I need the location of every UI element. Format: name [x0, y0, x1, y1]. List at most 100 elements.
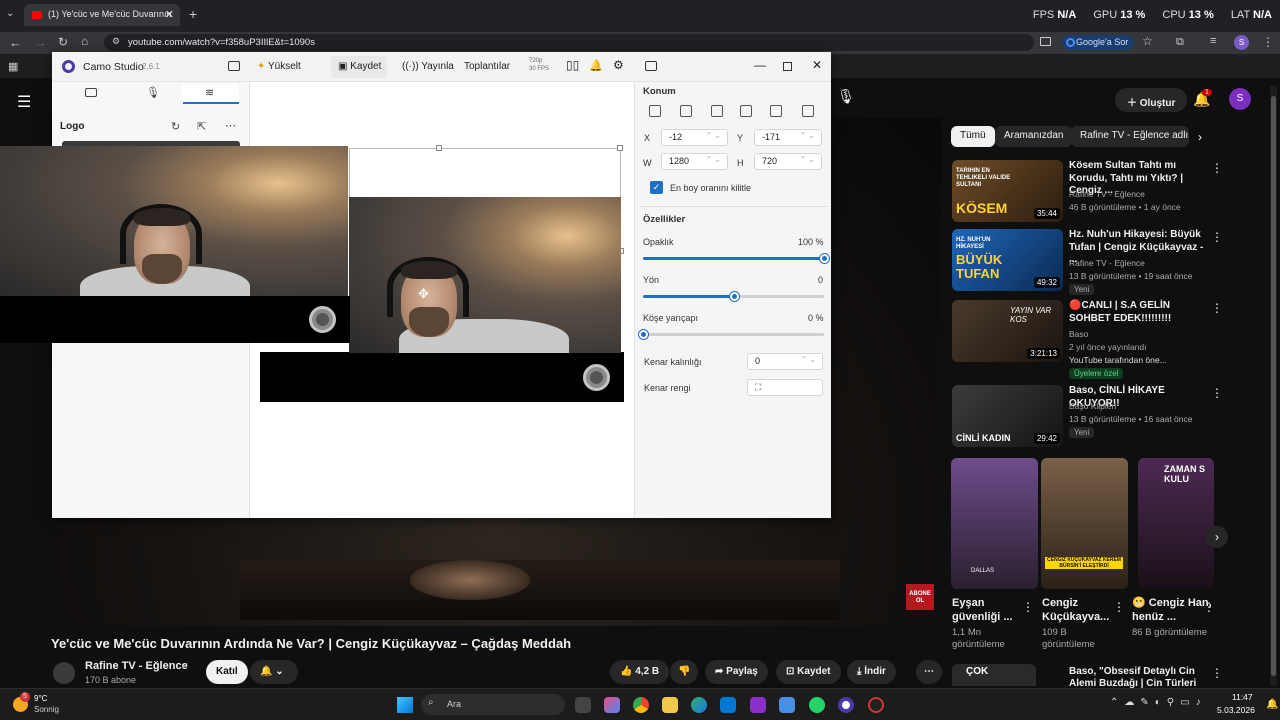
- bottom-rec-title[interactable]: Baso, "Obsesif Detaylı Cin Alemi Buzdağı…: [1069, 666, 1209, 688]
- align-center-h-icon[interactable]: [680, 105, 692, 117]
- bookmark-star-icon[interactable]: ☆: [1142, 34, 1153, 48]
- notifications-icon[interactable]: 🔔: [589, 59, 603, 72]
- rec-more-icon[interactable]: ⋮: [1211, 161, 1223, 175]
- whatsapp-icon[interactable]: [809, 697, 825, 713]
- browser-tab[interactable]: (1) Ye'cüc ve Me'cüc Duvarının ✕: [24, 4, 180, 26]
- app-icon[interactable]: [779, 697, 795, 713]
- camera-tab-icon[interactable]: [85, 88, 97, 97]
- panel-toggle-icon[interactable]: [645, 61, 657, 71]
- more-options-icon[interactable]: ⋯: [225, 119, 236, 132]
- channel-name[interactable]: Rafine TV - Eğlence: [85, 660, 188, 672]
- rec-thumb[interactable]: HZ. NUH'UN HİKAYESİ BÜYÜK TUFAN 49:32: [952, 229, 1063, 291]
- close-tab-icon[interactable]: ✕: [165, 8, 174, 21]
- rec-more-icon[interactable]: ⋮: [1211, 230, 1223, 244]
- clock-date[interactable]: 5.03.2026: [1217, 705, 1255, 715]
- corner-radius-slider[interactable]: [639, 330, 824, 339]
- download-button[interactable]: ⤓ İndir: [847, 660, 896, 684]
- reload-icon[interactable]: ↻: [58, 35, 68, 49]
- site-info-icon[interactable]: ⚙: [112, 36, 120, 47]
- rec-more-icon[interactable]: ⋮: [1211, 666, 1223, 680]
- rec-title[interactable]: 🔴CANLI | S.A GELİN SOHBET EDEK!!!!!!!!!: [1069, 300, 1207, 325]
- subscribe-bell-button[interactable]: 🔔 ⌄: [250, 660, 298, 684]
- align-center-v-icon[interactable]: [770, 105, 782, 117]
- save-button[interactable]: ⊡ Kaydet: [776, 660, 841, 684]
- chips-next-icon[interactable]: ›: [1198, 130, 1202, 144]
- clock-time[interactable]: 11:47: [1232, 692, 1253, 702]
- rec-more-icon[interactable]: ⋮: [1211, 301, 1223, 315]
- forward-icon[interactable]: →: [34, 35, 47, 50]
- rec-thumb[interactable]: CİNLİ KADIN 29:42: [952, 385, 1063, 447]
- short-more-icon[interactable]: ⋮: [1022, 600, 1034, 614]
- align-bottom-icon[interactable]: [802, 105, 814, 117]
- create-button[interactable]: ＋ Oluştur: [1115, 88, 1188, 112]
- rec-channel[interactable]: Baso: [1069, 329, 1088, 339]
- like-button[interactable]: 👍 4,2 B: [610, 660, 670, 684]
- opacity-knob[interactable]: [820, 254, 829, 263]
- bottom-rec-thumb[interactable]: ÇOK: [952, 664, 1036, 686]
- meetings-button[interactable]: Toplantılar: [464, 61, 510, 72]
- rec-thumb[interactable]: TARIHIN EN TEHLIKELI VALIDE SULTANI KÖSE…: [952, 160, 1063, 222]
- close-window-button[interactable]: ✕: [812, 58, 822, 72]
- short-thumb[interactable]: ZAMAN S KULU: [1138, 458, 1214, 589]
- short-title[interactable]: Cengiz Küçükayva...: [1042, 596, 1124, 624]
- direction-slider[interactable]: [643, 292, 824, 301]
- layout-icon[interactable]: ▯▯: [566, 58, 579, 72]
- align-right-icon[interactable]: [711, 105, 723, 117]
- border-color-picker[interactable]: ⛶: [747, 379, 823, 396]
- rec-channel[interactable]: Rafine TV - Eğlence: [1069, 189, 1145, 199]
- join-button[interactable]: Katıl: [206, 660, 248, 684]
- rec-more-icon[interactable]: ⋮: [1211, 386, 1223, 400]
- tray-icons[interactable]: ⌃☁✎◐⚲▭♪: [1110, 697, 1207, 708]
- share-button[interactable]: ➦ Paylaş: [705, 660, 768, 684]
- copilot-icon[interactable]: [604, 697, 620, 713]
- app-icon[interactable]: [750, 697, 766, 713]
- new-tab-button[interactable]: +: [189, 6, 197, 22]
- replace-icon[interactable]: ⇱: [197, 120, 206, 133]
- channel-avatar[interactable]: [53, 662, 75, 684]
- abone-ol-logo[interactable]: ABONE OL: [906, 584, 934, 610]
- stepper-icon[interactable]: ⌃ ⌄: [799, 131, 815, 140]
- store-icon[interactable]: [720, 697, 736, 713]
- tab-list-button[interactable]: ⌄: [6, 8, 14, 19]
- menu-icon[interactable]: ⋮: [1262, 35, 1274, 49]
- opacity-slider[interactable]: [643, 254, 829, 263]
- rec-thumb[interactable]: YAYIN VAR KOS 3:21:13: [952, 300, 1063, 362]
- direction-knob[interactable]: [729, 292, 739, 301]
- rec-channel[interactable]: Rafine TV - Eğlence: [1069, 258, 1145, 268]
- task-view-icon[interactable]: [575, 697, 591, 713]
- handle[interactable]: [617, 145, 623, 151]
- short-more-icon[interactable]: ⋮: [1203, 600, 1215, 614]
- lock-aspect-checkbox[interactable]: ✓: [650, 181, 663, 194]
- stepper-icon[interactable]: ⌃ ⌄: [705, 155, 721, 164]
- short-title[interactable]: 😬 Cengiz Han, henüz ...: [1132, 596, 1214, 624]
- corner-radius-knob[interactable]: [639, 330, 648, 339]
- upgrade-button[interactable]: ✦ Yükselt: [257, 61, 301, 72]
- voice-search-icon[interactable]: 🎙: [832, 88, 860, 112]
- profile-avatar[interactable]: S: [1234, 35, 1249, 50]
- chip-all[interactable]: Tümü: [951, 126, 995, 147]
- chip-channel[interactable]: Rafine TV - Eğlence adlı: [1071, 126, 1189, 147]
- chip-search[interactable]: Aramanızdan: [995, 126, 1073, 147]
- shorts-next-icon[interactable]: ›: [1206, 526, 1228, 548]
- home-icon[interactable]: ⌂: [81, 34, 88, 48]
- reset-icon[interactable]: ↻: [171, 120, 180, 133]
- apps-grid-icon[interactable]: ▦: [8, 60, 18, 73]
- extensions-icon[interactable]: ⧉: [1176, 36, 1184, 49]
- reading-list-icon[interactable]: ≡: [1210, 35, 1216, 47]
- handle[interactable]: [436, 145, 442, 151]
- page-scrollbar-thumb[interactable]: [1271, 96, 1276, 676]
- short-thumb[interactable]: CENGİZ KÜÇÜKAYVAZ KEREM BÜRSİN'İ ELEŞTİR…: [1041, 458, 1128, 589]
- camo-taskbar-icon[interactable]: [838, 697, 854, 713]
- settings-gear-icon[interactable]: ⚙: [613, 58, 624, 72]
- start-button[interactable]: [397, 697, 413, 713]
- minimize-button[interactable]: —: [754, 58, 766, 72]
- short-more-icon[interactable]: ⋮: [1113, 600, 1125, 614]
- x-input[interactable]: -12 ⌃ ⌄: [661, 129, 728, 146]
- maximize-button[interactable]: [783, 62, 792, 71]
- notification-center-icon[interactable]: 🔔: [1266, 699, 1278, 710]
- taskbar-search[interactable]: Ara: [421, 694, 565, 715]
- cast-icon[interactable]: [1040, 37, 1051, 46]
- height-input[interactable]: 720 ⌃ ⌄: [754, 153, 822, 170]
- align-left-icon[interactable]: [649, 105, 661, 117]
- hamburger-icon[interactable]: ☰: [17, 92, 31, 112]
